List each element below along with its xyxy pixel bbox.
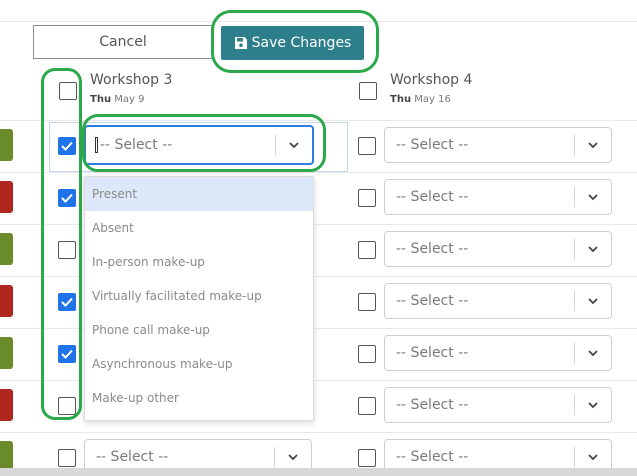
select-value: -- Select -- — [396, 293, 469, 309]
select-all-workshop4-checkbox[interactable] — [359, 82, 377, 100]
chevron-down-icon[interactable] — [275, 450, 311, 464]
attendance-checkbox-workshop4[interactable] — [358, 397, 376, 415]
dropdown-option[interactable]: Phone call make-up — [85, 313, 313, 347]
row-divider — [0, 172, 637, 173]
column-date-rest: May 9 — [114, 94, 145, 105]
column-title-workshop4: Workshop 4 — [390, 72, 473, 88]
attendance-select-workshop4[interactable]: -- Select -- — [384, 387, 612, 423]
attendance-select-workshop4[interactable]: -- Select -- — [384, 231, 612, 267]
horizontal-scrollbar[interactable] — [0, 468, 637, 476]
select-value: -- Select -- — [396, 345, 469, 361]
row-status-tag — [0, 337, 13, 369]
dropdown-option[interactable]: Present — [85, 177, 313, 211]
chevron-down-icon[interactable] — [575, 190, 611, 204]
attendance-checkbox-workshop4[interactable] — [358, 137, 376, 155]
column-date-rest: May 16 — [414, 94, 451, 105]
row-status-tag — [0, 233, 13, 265]
dropdown-option[interactable]: Virtually facilitated make-up — [85, 279, 313, 313]
attendance-select-workshop4[interactable]: -- Select -- — [384, 127, 612, 163]
attendance-checkbox-workshop4[interactable] — [358, 449, 376, 467]
chevron-down-icon[interactable] — [575, 242, 611, 256]
select-value: -- Select -- — [396, 241, 469, 257]
dropdown-option[interactable]: Absent — [85, 211, 313, 245]
select-value: -- Select -- — [396, 397, 469, 413]
column-date-day: Thu — [90, 94, 112, 105]
attendance-select-workshop4[interactable]: -- Select -- — [384, 335, 612, 371]
save-button-highlight — [211, 10, 379, 73]
attendance-dropdown-menu: Present Absent In-person make-up Virtual… — [84, 176, 314, 421]
chevron-down-icon[interactable] — [575, 138, 611, 152]
select-highlight — [82, 114, 326, 172]
attendance-checkbox-workshop4[interactable] — [358, 293, 376, 311]
column-title-workshop3: Workshop 3 — [90, 72, 173, 88]
row-status-tag — [0, 389, 13, 421]
chevron-down-icon[interactable] — [575, 450, 611, 464]
chevron-down-icon[interactable] — [575, 294, 611, 308]
dropdown-option[interactable]: Asynchronous make-up — [85, 347, 313, 381]
attendance-checkbox-workshop3[interactable] — [58, 449, 76, 467]
dropdown-option[interactable]: In-person make-up — [85, 245, 313, 279]
row-status-tag — [0, 181, 13, 213]
attendance-checkbox-workshop4[interactable] — [358, 345, 376, 363]
attendance-select-workshop4[interactable]: -- Select -- — [384, 179, 612, 215]
column-date-workshop3: Thu May 9 — [90, 94, 144, 105]
chevron-down-icon[interactable] — [575, 346, 611, 360]
select-value: -- Select -- — [396, 449, 469, 465]
row-status-tag — [0, 285, 13, 317]
row-status-tag — [0, 129, 13, 161]
attendance-checkbox-workshop4[interactable] — [358, 189, 376, 207]
chevron-down-icon[interactable] — [575, 398, 611, 412]
select-value: -- Select -- — [396, 189, 469, 205]
attendance-checkbox-workshop4[interactable] — [358, 241, 376, 259]
select-value: -- Select -- — [396, 137, 469, 153]
row-divider — [0, 432, 637, 433]
dropdown-option[interactable]: Make-up other — [85, 381, 313, 415]
cancel-button[interactable]: Cancel — [33, 25, 213, 59]
attendance-select-workshop4[interactable]: -- Select -- — [384, 283, 612, 319]
cancel-button-label: Cancel — [99, 34, 147, 50]
checkbox-column-highlight — [41, 68, 82, 420]
column-date-workshop4: Thu May 16 — [390, 94, 451, 105]
select-value: -- Select -- — [96, 449, 169, 465]
column-date-day: Thu — [390, 94, 412, 105]
